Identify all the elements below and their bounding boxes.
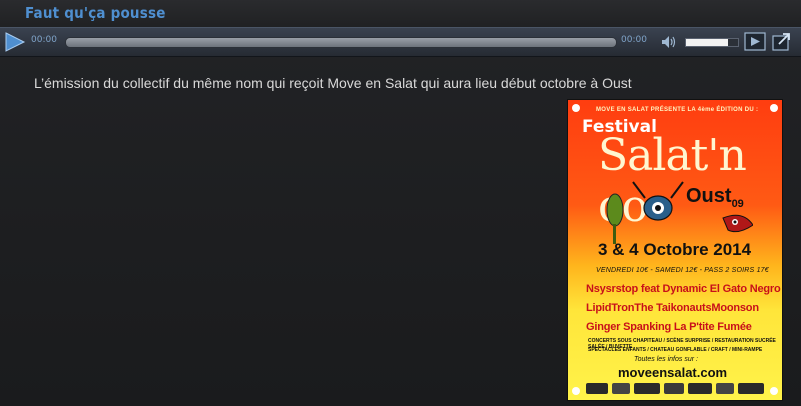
episode-description: L’émission du collectif du même nom qui … [34, 75, 632, 91]
poster-website: moveensalat.com [618, 365, 728, 380]
widget-title[interactable]: Faut qu'ça pousse [25, 4, 166, 22]
progress-bar[interactable] [65, 37, 617, 48]
poster-top-line: MOVE EN SALAT PRÉSENTE LA 4ème ÉDITION D… [596, 107, 759, 113]
poster-lineup-1: Nsysrstop feat Dynamic El Gato Negro [586, 283, 781, 295]
current-time: 00:00 [31, 35, 57, 45]
title-bar: Faut qu'ça pousse [0, 0, 801, 27]
volume-button[interactable] [661, 34, 677, 50]
volume-slider[interactable] [685, 38, 739, 47]
speaker-icon [662, 36, 676, 48]
poster-dept: 09 [731, 198, 744, 210]
sponsor-logos [586, 383, 766, 395]
poster-lineup-3: Ginger Spanking La P'tite Fumée [586, 321, 752, 333]
poster-activities-2: SPECTACLES ENFANTS / CHATEAU GONFLABLE /… [588, 347, 763, 353]
volume-level [686, 39, 728, 46]
poster-prices: VENDREDI 10€ - SAMEDI 12€ - PASS 2 SOIRS… [596, 267, 769, 274]
popup-player-icon [744, 32, 766, 51]
sponsor-logo [664, 383, 684, 394]
sponsor-logo [586, 383, 608, 394]
poster-place: Oust09 [686, 185, 744, 210]
popup-player-button[interactable] [744, 32, 766, 51]
poster-date: 3 & 4 Octobre 2014 [598, 240, 752, 259]
sponsor-logo [612, 383, 630, 394]
duration-time: 00:00 [621, 35, 647, 45]
sponsor-logo [738, 383, 764, 394]
play-button[interactable] [4, 32, 26, 52]
play-icon [5, 32, 26, 52]
sponsor-logo [688, 383, 712, 394]
poster-place-name: Oust [686, 185, 732, 207]
audio-player: 00:00 00:00 [0, 27, 801, 57]
share-button[interactable] [772, 32, 794, 51]
poster-lineup-2: LipidTronThe TaikonautsMoonson [586, 302, 759, 314]
festival-poster[interactable]: MOVE EN SALAT PRÉSENTE LA 4ème ÉDITION D… [567, 99, 783, 401]
poster-pin [770, 387, 778, 395]
poster-pin [770, 104, 778, 112]
share-export-icon [772, 33, 790, 51]
poster-pin [572, 387, 580, 395]
sponsor-logo [634, 383, 660, 394]
sponsor-logo [716, 383, 734, 394]
poster-infos: Toutes les infos sur : [634, 356, 698, 363]
poster-pin [572, 104, 580, 112]
podcast-widget: Faut qu'ça pousse 00:00 00:00 L’émission… [0, 0, 801, 406]
